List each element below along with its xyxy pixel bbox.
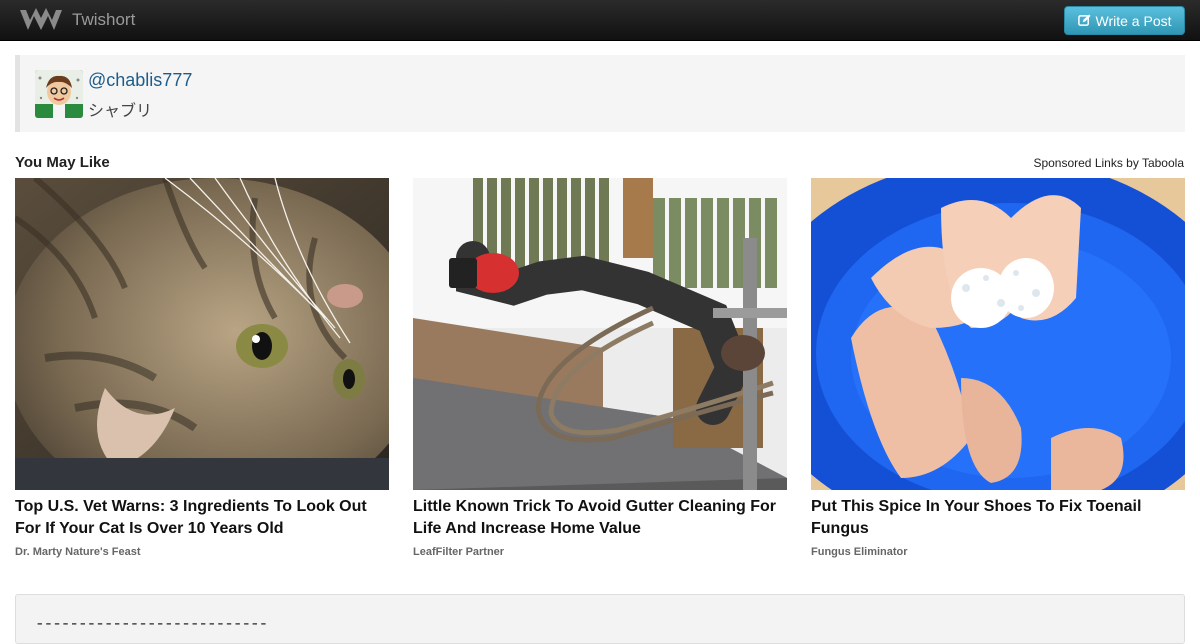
write-post-button[interactable]: Write a Post bbox=[1064, 6, 1185, 35]
recommendation-card[interactable]: Top U.S. Vet Warns: 3 Ingredients To Loo… bbox=[15, 178, 389, 558]
sponsored-links-label[interactable]: Sponsored Links by Taboola bbox=[1033, 156, 1184, 170]
recommendation-source[interactable]: Fungus Eliminator bbox=[811, 546, 1185, 558]
recommendation-source[interactable]: Dr. Marty Nature's Feast bbox=[15, 546, 389, 558]
cat-thumbnail-image[interactable] bbox=[15, 178, 389, 490]
recommendation-card[interactable]: Put This Spice In Your Shoes To Fix Toen… bbox=[811, 178, 1185, 558]
gutter-thumbnail-image[interactable] bbox=[413, 178, 787, 490]
top-navbar: Twishort Write a Post bbox=[0, 0, 1200, 41]
brand-name[interactable]: Twishort bbox=[72, 10, 135, 30]
twishort-logo-icon[interactable] bbox=[18, 6, 64, 34]
feet-thumbnail-image[interactable] bbox=[811, 178, 1185, 490]
avatar-image bbox=[35, 70, 83, 118]
recommendation-source[interactable]: LeafFilter Partner bbox=[413, 546, 787, 558]
author-card: @chablis777 シャブリ bbox=[15, 55, 1185, 132]
recommendation-title[interactable]: Put This Spice In Your Shoes To Fix Toen… bbox=[811, 496, 1185, 540]
post-body: --------------------------- bbox=[15, 594, 1185, 644]
author-handle-link[interactable]: @chablis777 bbox=[88, 70, 192, 91]
avatar[interactable] bbox=[35, 70, 83, 118]
recommendation-title[interactable]: Top U.S. Vet Warns: 3 Ingredients To Loo… bbox=[15, 496, 389, 540]
edit-icon bbox=[1077, 14, 1091, 26]
recommendation-card[interactable]: Little Known Trick To Avoid Gutter Clean… bbox=[413, 178, 787, 558]
author-display-name: シャブリ bbox=[88, 103, 153, 120]
post-separator: --------------------------- bbox=[35, 615, 268, 633]
write-post-label: Write a Post bbox=[1095, 12, 1172, 29]
you-may-like-heading: You May Like bbox=[15, 154, 110, 171]
recommendation-title[interactable]: Little Known Trick To Avoid Gutter Clean… bbox=[413, 496, 787, 540]
